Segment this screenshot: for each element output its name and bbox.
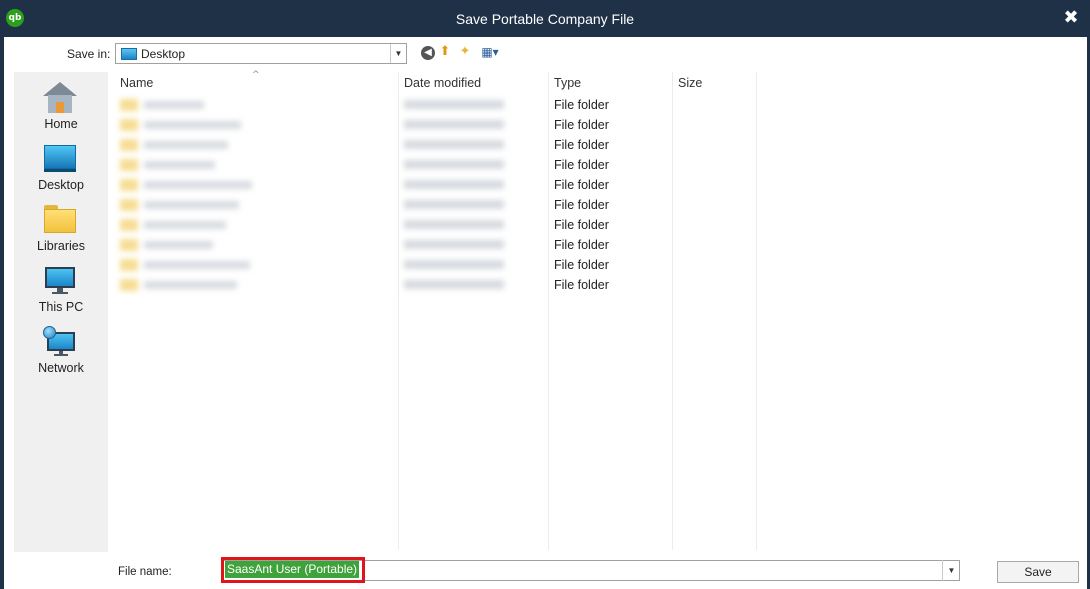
blurred-folder-name	[120, 198, 260, 212]
folder-icon	[120, 99, 138, 111]
save-in-value: Desktop	[141, 47, 186, 61]
folder-icon	[120, 119, 138, 131]
folder-icon	[120, 239, 138, 251]
blurred-date-modified	[404, 260, 504, 269]
blurred-date-modified	[404, 120, 504, 129]
place-label: This PC	[38, 300, 84, 314]
file-row[interactable]: File folder	[114, 95, 774, 115]
folder-icon	[120, 259, 138, 271]
file-type-cell: File folder	[554, 258, 609, 272]
blurred-date-modified	[404, 160, 504, 169]
close-button[interactable]: ✖	[1062, 8, 1080, 28]
place-label: Network	[38, 361, 84, 375]
blurred-folder-name	[120, 158, 260, 172]
file-type-cell: File folder	[554, 138, 609, 152]
dialog-title: Save Portable Company File	[455, 11, 635, 27]
save-portable-company-file-dialog: qb Save Portable Company File ✖ Save in:…	[0, 0, 1090, 589]
place-label: Libraries	[37, 239, 85, 253]
title-bar: qb Save Portable Company File ✖	[0, 0, 1090, 37]
file-row[interactable]: File folder	[114, 115, 774, 135]
this-pc-icon	[43, 265, 77, 297]
desktop-icon	[43, 143, 77, 175]
blurred-folder-name	[120, 258, 260, 272]
folder-icon	[120, 219, 138, 231]
file-row[interactable]: File folder	[114, 195, 774, 215]
column-header-name[interactable]: Name	[120, 76, 153, 90]
save-in-label: Save in:	[67, 47, 111, 61]
chevron-down-icon[interactable]: ▼	[942, 560, 960, 581]
file-row[interactable]: File folder	[114, 275, 774, 295]
window-border-left	[0, 37, 4, 589]
save-in-dropdown[interactable]: Desktop ▼	[115, 43, 407, 64]
folder-icon	[120, 279, 138, 291]
chevron-down-icon[interactable]: ▼	[390, 44, 406, 63]
blurred-date-modified	[404, 200, 504, 209]
column-header-size[interactable]: Size	[678, 76, 702, 90]
blurred-folder-name	[120, 98, 260, 112]
place-desktop[interactable]: Desktop	[14, 137, 108, 195]
desktop-folder-icon	[121, 48, 137, 60]
blurred-date-modified	[404, 100, 504, 109]
place-home[interactable]: Home	[14, 76, 108, 134]
back-button[interactable]: ◀	[421, 46, 435, 60]
file-name-label: File name:	[118, 566, 172, 578]
file-type-cell: File folder	[554, 198, 609, 212]
up-one-level-button[interactable]: ⬆	[438, 44, 452, 60]
column-header-type[interactable]: Type	[554, 76, 581, 90]
folder-icon	[120, 179, 138, 191]
file-row[interactable]: File folder	[114, 215, 774, 235]
place-network[interactable]: Network	[14, 320, 108, 378]
file-row[interactable]: File folder	[114, 235, 774, 255]
file-type-cell: File folder	[554, 278, 609, 292]
places-bar: Home Desktop Libraries This PC Network	[14, 72, 108, 552]
blurred-date-modified	[404, 240, 504, 249]
file-type-cell: File folder	[554, 118, 609, 132]
sort-ascending-icon: ^	[252, 70, 260, 80]
folder-icon	[120, 159, 138, 171]
home-icon	[43, 82, 77, 114]
file-list[interactable]: ^ Name Date modified Type Size File fold…	[114, 70, 1084, 550]
file-row[interactable]: File folder	[114, 155, 774, 175]
place-this-pc[interactable]: This PC	[14, 259, 108, 317]
blurred-folder-name	[120, 278, 260, 292]
place-label: Home	[44, 117, 78, 131]
column-header-date-modified[interactable]: Date modified	[404, 76, 481, 90]
blurred-date-modified	[404, 280, 504, 289]
blurred-folder-name	[120, 138, 260, 152]
blurred-folder-name	[120, 238, 260, 252]
file-row[interactable]: File folder	[114, 135, 774, 155]
save-button[interactable]: Save	[997, 561, 1079, 583]
blurred-date-modified	[404, 180, 504, 189]
libraries-icon	[43, 204, 77, 236]
blurred-folder-name	[120, 178, 260, 192]
file-type-cell: File folder	[554, 238, 609, 252]
place-label: Desktop	[38, 178, 84, 192]
blurred-date-modified	[404, 220, 504, 229]
place-libraries[interactable]: Libraries	[14, 198, 108, 256]
blurred-folder-name	[120, 118, 260, 132]
blurred-folder-name	[120, 218, 260, 232]
network-icon	[43, 326, 77, 358]
file-row[interactable]: File folder	[114, 255, 774, 275]
folder-icon	[120, 139, 138, 151]
blurred-date-modified	[404, 140, 504, 149]
file-name-highlight-box	[221, 557, 365, 583]
file-type-cell: File folder	[554, 158, 609, 172]
file-type-cell: File folder	[554, 98, 609, 112]
file-type-cell: File folder	[554, 218, 609, 232]
view-menu-button[interactable]: ▦▾	[478, 44, 502, 60]
new-folder-button[interactable]: ✦	[457, 44, 473, 60]
folder-icon	[120, 199, 138, 211]
file-type-cell: File folder	[554, 178, 609, 192]
file-row[interactable]: File folder	[114, 175, 774, 195]
